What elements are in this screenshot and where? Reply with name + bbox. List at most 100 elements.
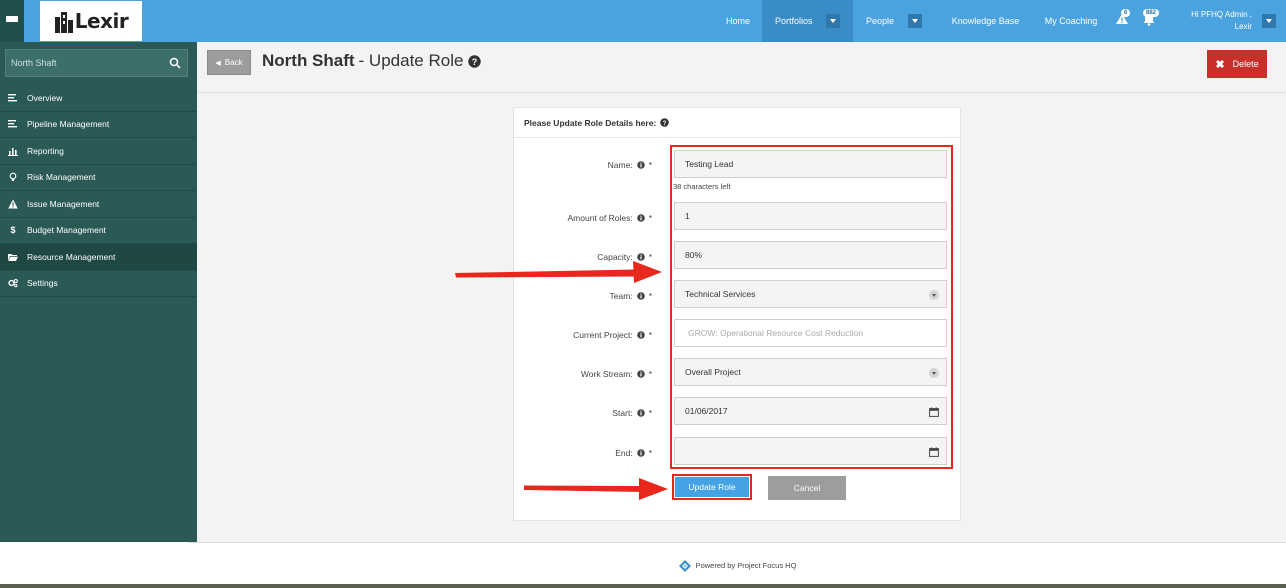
team-label-text: Team: <box>609 291 633 301</box>
main-content: ◀ Back North Shaft - Update Role ? ✖ Del… <box>197 42 1286 542</box>
lightbulb-icon <box>9 172 17 182</box>
page-title-project: North Shaft <box>262 51 355 70</box>
nav-people[interactable]: People <box>853 0 937 42</box>
list-icon <box>8 120 17 128</box>
menu-toggle-button[interactable] <box>0 0 24 42</box>
help-icon[interactable]: ? <box>468 54 482 68</box>
annotation-highlight-box <box>672 474 752 500</box>
svg-text:?: ? <box>472 56 478 66</box>
user-greeting: Hi PFHQ Admin , <box>1191 10 1252 19</box>
info-icon[interactable] <box>636 292 645 300</box>
info-icon[interactable] <box>636 161 645 169</box>
required-marker: * <box>648 160 652 170</box>
required-marker: * <box>648 369 652 379</box>
nav-people-label: People <box>866 16 895 26</box>
sidebar-item-reporting[interactable]: Reporting <box>0 138 197 165</box>
user-menu[interactable]: Hi PFHQ Admin , Lexir <box>1191 9 1252 33</box>
chevron-left-icon: ◀ <box>215 59 221 67</box>
sidebar-item-label: Issue Management <box>27 198 100 209</box>
amount-of-roles-label-text: Amount of Roles: <box>567 213 633 223</box>
page-title: North Shaft - Update Role ? <box>262 51 482 71</box>
required-marker: * <box>648 213 652 223</box>
chevron-down-icon[interactable] <box>908 14 923 28</box>
sidebar-item-label: Overview <box>27 92 63 103</box>
nav-my-coaching[interactable]: My Coaching <box>1034 0 1108 42</box>
bar-chart-icon <box>8 147 18 156</box>
svg-text:?: ? <box>663 120 667 127</box>
sidebar-item-pipeline-management[interactable]: Pipeline Management <box>0 112 197 138</box>
sidebar-item-resource-management[interactable]: Resource Management <box>0 244 197 271</box>
back-button[interactable]: ◀ Back <box>207 50 251 75</box>
help-icon[interactable]: ? <box>660 118 670 127</box>
team-label: Team: * <box>610 291 652 301</box>
notifications-count-badge: 882 <box>1143 9 1160 17</box>
sidebar-item-risk-management[interactable]: Risk Management <box>0 165 197 191</box>
sidebar-item-label: Budget Management <box>27 225 106 236</box>
annotation-highlight-box <box>670 145 953 469</box>
sidebar-item-budget-management[interactable]: $ Budget Management <box>0 218 197 244</box>
back-button-label: Back <box>224 58 243 67</box>
warning-icon <box>8 199 18 209</box>
footer-text: Powered by Project Focus HQ <box>695 561 797 570</box>
close-icon: ✖ <box>1215 58 1225 71</box>
cancel-button[interactable]: Cancel <box>768 476 846 500</box>
info-icon[interactable] <box>636 214 645 222</box>
sidebar-search-text: North Shaft <box>11 58 57 68</box>
end-label: End: * <box>615 448 652 458</box>
end-label-text: End: <box>615 448 633 458</box>
required-marker: * <box>648 448 652 458</box>
start-label: Start: * <box>612 408 652 418</box>
required-marker: * <box>648 330 652 340</box>
current-project-label: Current Project: * <box>573 330 652 340</box>
required-marker: * <box>648 291 652 301</box>
cancel-button-label: Cancel <box>793 483 821 493</box>
nav-my-coaching-label: My Coaching <box>1044 16 1098 26</box>
annotation-arrow-icon <box>455 261 662 283</box>
nav-home-label: Home <box>725 16 750 26</box>
sidebar-item-label: Resource Management <box>27 251 116 262</box>
user-menu-chevron-icon[interactable] <box>1262 14 1276 28</box>
sidebar-item-settings[interactable]: Settings <box>0 271 197 297</box>
panel-heading: Please Update Role Details here: ? <box>514 108 960 138</box>
nav-knowledge-base[interactable]: Knowledge Base <box>937 0 1034 42</box>
window-bottom-edge <box>0 584 1286 588</box>
sidebar-menu: Overview Pipeline Management Reporting R… <box>0 85 197 297</box>
sidebar-item-label: Settings <box>27 278 58 289</box>
name-label-text: Name: <box>607 160 633 170</box>
nav-knowledge-base-label: Knowledge Base <box>951 16 1020 26</box>
panel-heading-text: Please Update Role Details here: <box>524 117 657 128</box>
delete-button-label: Delete <box>1232 59 1259 69</box>
info-icon[interactable] <box>636 449 645 457</box>
hamburger-icon <box>6 16 18 26</box>
required-marker: * <box>648 408 652 418</box>
user-organization: Lexir <box>1234 22 1252 31</box>
brand-name: Lexir <box>74 9 129 33</box>
nav-home[interactable]: Home <box>714 0 762 42</box>
sidebar-search-input[interactable]: North Shaft <box>5 49 188 77</box>
nav-portfolios[interactable]: Portfolios <box>762 0 853 42</box>
sidebar-item-label: Reporting <box>27 145 64 156</box>
footer: Powered by Project Focus HQ <box>188 542 1286 588</box>
start-label-text: Start: <box>612 408 633 418</box>
amount-of-roles-label: Amount of Roles: * <box>567 213 652 223</box>
delete-button[interactable]: ✖ Delete <box>1207 50 1267 78</box>
top-navbar: Lexir Home Portfolios People Knowledge B… <box>0 0 1286 42</box>
sidebar: North Shaft Overview Pipeline Management… <box>0 42 197 542</box>
annotation-arrow-icon <box>524 478 668 500</box>
search-icon[interactable] <box>169 57 181 69</box>
gears-icon <box>8 279 18 288</box>
footer-left-area <box>0 542 188 588</box>
current-project-label-text: Current Project: <box>573 330 633 340</box>
sidebar-item-overview[interactable]: Overview <box>0 85 197 112</box>
info-icon[interactable] <box>636 409 645 417</box>
dollar-icon: $ <box>10 225 16 236</box>
building-logo-icon <box>54 12 73 33</box>
info-icon[interactable] <box>636 331 645 339</box>
sidebar-item-issue-management[interactable]: Issue Management <box>0 191 197 218</box>
brand-logo[interactable]: Lexir <box>40 1 142 41</box>
page-title-action: - Update Role <box>358 51 464 70</box>
sidebar-item-label: Pipeline Management <box>27 119 110 130</box>
info-icon[interactable] <box>636 370 645 378</box>
nav-portfolios-label: Portfolios <box>775 16 813 26</box>
chevron-down-icon[interactable] <box>825 14 840 28</box>
